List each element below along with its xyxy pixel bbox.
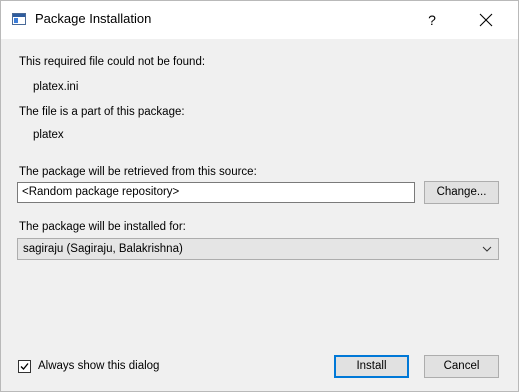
window-title: Package Installation: [35, 11, 152, 26]
package-label: The file is a part of this package:: [19, 106, 185, 118]
package-installation-dialog: Package Installation ? This required fil…: [0, 0, 519, 392]
always-show-checkbox[interactable]: [18, 360, 31, 373]
change-button[interactable]: Change...: [424, 181, 499, 204]
missing-file-label: This required file could not be found:: [19, 56, 206, 68]
close-button[interactable]: [463, 1, 509, 39]
checkmark-icon: [20, 363, 29, 370]
package-installer-icon: [12, 13, 26, 25]
always-show-label[interactable]: Always show this dialog: [38, 360, 159, 372]
help-button[interactable]: ?: [411, 1, 453, 39]
title-bar[interactable]: Package Installation ?: [1, 1, 518, 39]
user-select[interactable]: sagiraju (Sagiraju, Balakrishna): [17, 238, 499, 260]
chevron-down-icon: [482, 246, 492, 252]
installed-for-label: The package will be installed for:: [19, 221, 186, 233]
missing-file-value: platex.ini: [33, 81, 79, 93]
source-input[interactable]: <Random package repository>: [17, 182, 415, 203]
source-label: The package will be retrieved from this …: [19, 166, 257, 178]
user-select-value: sagiraju (Sagiraju, Balakrishna): [23, 243, 183, 255]
close-icon: [479, 13, 493, 27]
cancel-button[interactable]: Cancel: [424, 355, 499, 378]
package-value: platex: [33, 129, 64, 141]
install-button[interactable]: Install: [334, 355, 409, 378]
